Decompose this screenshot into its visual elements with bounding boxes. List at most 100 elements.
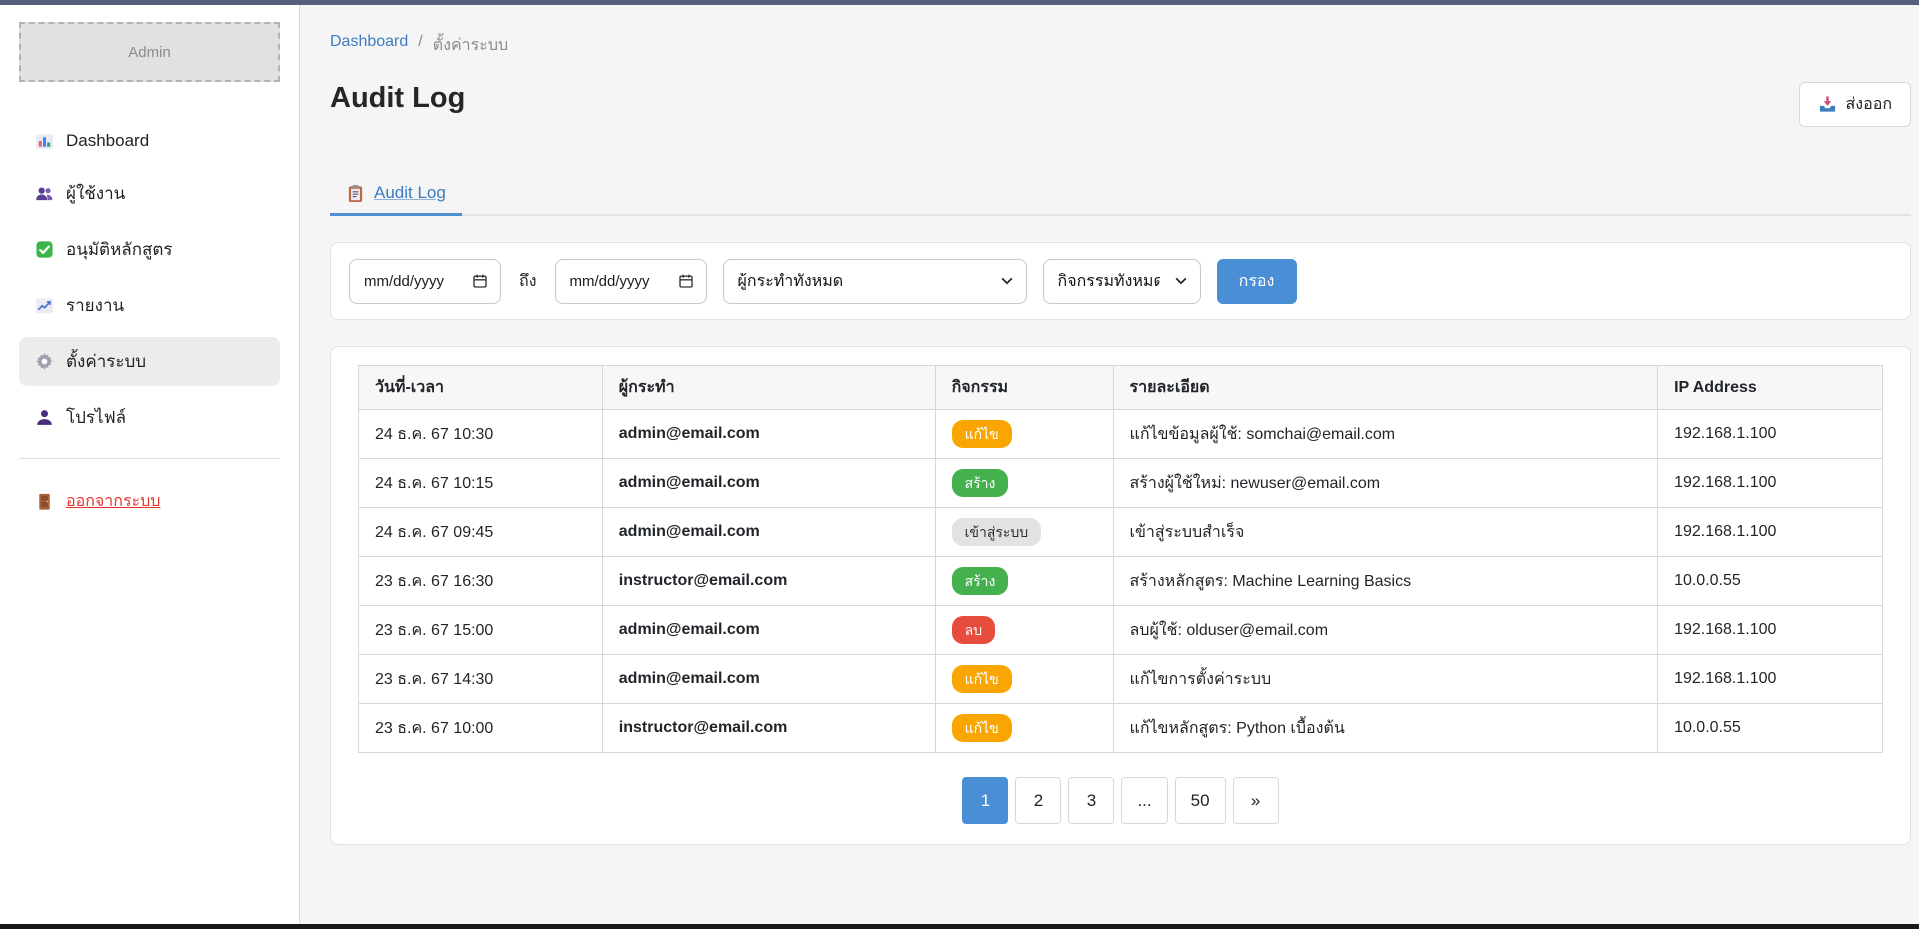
sidebar-item-settings[interactable]: ตั้งค่าระบบ [19,337,280,386]
cell-ip: 192.168.1.100 [1658,655,1883,704]
action-badge: แก้ไข [952,714,1012,742]
cell-actor: instructor@email.com [602,704,935,753]
actor-filter-select[interactable]: ผู้กระทำทั้งหมด [723,259,1027,304]
reports-icon [35,296,54,315]
activity-filter-select[interactable]: กิจกรรมทั้งหมด [1043,259,1201,304]
sidebar-item-label: ตั้งค่าระบบ [66,348,146,375]
sidebar-nav: Dashboard ผู้ใช้งานอนุมัติหลักสูตรรายงานต… [19,120,280,442]
filter-card: mm/dd/yyyy ถึง mm/dd/yyyy ผู้กระทำทั้งหม… [330,242,1911,320]
audit-table: วันที่-เวลาผู้กระทำกิจกรรมรายละเอียดIP A… [358,365,1883,753]
cell-action: แก้ไข [935,704,1113,753]
pagination: 123...50» [358,777,1883,824]
export-button[interactable]: ส่งออก [1799,82,1911,127]
sidebar-item-users[interactable]: ผู้ใช้งาน [19,169,280,218]
column-header: ผู้กระทำ [602,366,935,410]
bottom-accent-bar [0,924,1919,929]
breadcrumb-home-link[interactable]: Dashboard [330,33,408,58]
cell-actor: admin@email.com [602,655,935,704]
clipboard-icon [346,184,365,203]
cell-ip: 10.0.0.55 [1658,557,1883,606]
cell-action: แก้ไข [935,655,1113,704]
page-button-50[interactable]: 50 [1175,777,1226,824]
sidebar-item-label: รายงาน [66,292,124,319]
brand-placeholder: Admin [19,22,280,82]
cell-action: แก้ไข [935,410,1113,459]
cell-action: สร้าง [935,459,1113,508]
cell-datetime: 23 ธ.ค. 67 14:30 [359,655,603,704]
cell-ip: 10.0.0.55 [1658,704,1883,753]
export-tray-icon [1818,95,1837,114]
column-header: IP Address [1658,366,1883,410]
approve-icon [35,240,54,259]
dashboard-icon [35,132,54,151]
calendar-icon [472,273,488,289]
sidebar-item-profile[interactable]: โปรไฟล์ [19,393,280,442]
users-icon [35,184,54,203]
next-page-button[interactable]: » [1233,777,1279,824]
action-badge: สร้าง [952,469,1009,497]
sidebar: Admin Dashboard ผู้ใช้งานอนุมัติหลักสูตรร… [0,5,300,924]
main-content: Dashboard / ตั้งค่าระบบ Audit Log ส่งออก… [300,5,1919,924]
column-header: รายละเอียด [1113,366,1658,410]
cell-datetime: 24 ธ.ค. 67 09:45 [359,508,603,557]
cell-actor: admin@email.com [602,508,935,557]
table-row: 23 ธ.ค. 67 10:00instructor@email.comแก้ไ… [359,704,1883,753]
sidebar-item-label: Dashboard [66,131,149,151]
brand-label: Admin [128,44,171,61]
cell-actor: admin@email.com [602,410,935,459]
sidebar-item-dashboard[interactable]: Dashboard [19,120,280,162]
page-header: Audit Log ส่งออก [330,82,1911,127]
date-to-input[interactable]: mm/dd/yyyy [555,259,707,304]
table-row: 24 ธ.ค. 67 10:30admin@email.comแก้ไขแก้ไ… [359,410,1883,459]
date-to-placeholder: mm/dd/yyyy [570,273,650,290]
tab-audit-log[interactable]: Audit Log [330,175,462,216]
page-button-1[interactable]: 1 [962,777,1008,824]
cell-actor: admin@email.com [602,459,935,508]
cell-details: ลบผู้ใช้: olduser@email.com [1113,606,1658,655]
cell-details: สร้างหลักสูตร: Machine Learning Basics [1113,557,1658,606]
cell-datetime: 24 ธ.ค. 67 10:15 [359,459,603,508]
sidebar-item-reports[interactable]: รายงาน [19,281,280,330]
app-layout: Admin Dashboard ผู้ใช้งานอนุมัติหลักสูตรร… [0,5,1919,924]
table-row: 23 ธ.ค. 67 15:00admin@email.com ลบ ลบผู้ใช… [359,606,1883,655]
sidebar-item-approve[interactable]: อนุมัติหลักสูตร [19,225,280,274]
cell-action: ลบ [935,606,1113,655]
date-from-placeholder: mm/dd/yyyy [364,273,444,290]
sidebar-item-label: โปรไฟล์ [66,404,126,431]
sidebar-divider [19,458,280,459]
sidebar-item-label: อนุมัติหลักสูตร [66,236,173,263]
cell-actor: admin@email.com [602,606,935,655]
cell-datetime: 23 ธ.ค. 67 15:00 [359,606,603,655]
page-button-[interactable]: ... [1121,777,1167,824]
logout-label: ออกจากระบบ [66,489,160,514]
action-badge: เข้าสู่ระบบ [952,518,1042,546]
tab-label: Audit Log [374,183,446,203]
page-button-2[interactable]: 2 [1015,777,1061,824]
action-badge: ลบ [952,616,995,644]
column-header: วันที่-เวลา [359,366,603,410]
sidebar-item-label: ผู้ใช้งาน [66,180,125,207]
calendar-icon [678,273,694,289]
cell-details: แก้ไขข้อมูลผู้ใช้: somchai@email.com [1113,410,1658,459]
table-row: 24 ธ.ค. 67 10:15admin@email.com สร้าง สร้า… [359,459,1883,508]
cell-ip: 192.168.1.100 [1658,606,1883,655]
logout-button[interactable]: ออกจากระบบ [19,483,280,520]
date-from-input[interactable]: mm/dd/yyyy [349,259,501,304]
action-badge: แก้ไข [952,665,1012,693]
cell-actor: instructor@email.com [602,557,935,606]
audit-table-body: 24 ธ.ค. 67 10:30admin@email.comแก้ไขแก้ไ… [359,410,1883,753]
table-row: 23 ธ.ค. 67 16:30instructor@email.comสร้า… [359,557,1883,606]
page-button-3[interactable]: 3 [1068,777,1114,824]
table-header-row: วันที่-เวลาผู้กระทำกิจกรรมรายละเอียดIP A… [359,366,1883,410]
export-label: ส่งออก [1846,92,1892,117]
cell-details: เข้าสู่ระบบสำเร็จ [1113,508,1658,557]
tab-bar: Audit Log [330,175,1911,216]
filter-button[interactable]: กรอง [1217,259,1297,304]
page-title: Audit Log [330,82,465,115]
profile-icon [35,408,54,427]
cell-action: สร้าง [935,557,1113,606]
audit-table-card: วันที่-เวลาผู้กระทำกิจกรรมรายละเอียดIP A… [330,346,1911,845]
cell-details: สร้างผู้ใช้ใหม่: newuser@email.com [1113,459,1658,508]
column-header: กิจกรรม [935,366,1113,410]
breadcrumb: Dashboard / ตั้งค่าระบบ [330,33,1911,58]
